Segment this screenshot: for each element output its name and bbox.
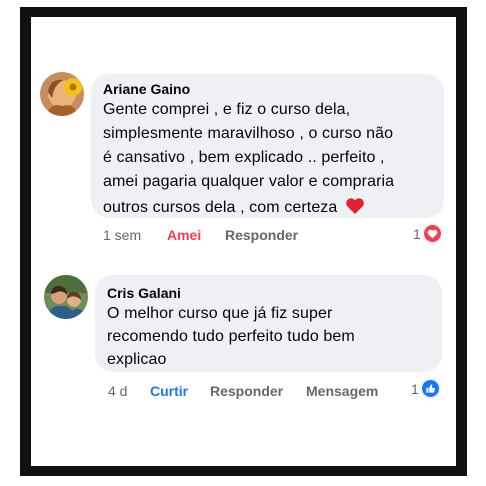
like-icon <box>420 379 440 398</box>
comment-text-line: amei pagaria qualquer valor e compraria <box>103 173 395 190</box>
avatar-photo <box>44 275 88 319</box>
comment-text-line: recomendo tudo perfeito tudo bem <box>107 328 355 345</box>
avatar[interactable] <box>40 72 84 116</box>
like-button[interactable]: Curtir <box>150 383 188 399</box>
comment-text-line: é cansativo , bem explicado .. perfeito … <box>103 149 385 166</box>
reaction-count: 1 <box>413 225 421 242</box>
comments-panel: Ariane Gaino Gente comprei , e fiz o cur… <box>31 17 456 466</box>
comment-text-line: outros cursos dela , com certeza <box>103 197 365 217</box>
comment-author[interactable]: Ariane Gaino <box>103 81 190 97</box>
comment-text-line: explicao <box>107 351 167 368</box>
heart-icon <box>422 224 442 243</box>
reply-button[interactable]: Responder <box>225 227 298 243</box>
comment-time[interactable]: 1 sem <box>103 227 141 243</box>
avatar[interactable] <box>44 275 88 319</box>
comment-text-line: Gente comprei , e fiz o curso dela, <box>103 101 351 118</box>
reaction-summary[interactable]: 1 <box>413 224 442 243</box>
reaction-count: 1 <box>411 380 419 397</box>
love-reaction-button[interactable]: Amei <box>167 227 201 243</box>
reaction-summary[interactable]: 1 <box>411 379 440 398</box>
comment-author[interactable]: Cris Galani <box>107 285 181 301</box>
comment-text-line: simplesmente maravilhoso , o curso não <box>103 125 394 142</box>
heart-emoji <box>346 198 364 214</box>
comment-text-line: O melhor curso que já fiz super <box>107 305 333 322</box>
comment-time[interactable]: 4 d <box>108 383 127 399</box>
message-button[interactable]: Mensagem <box>306 383 378 399</box>
reply-button[interactable]: Responder <box>210 383 283 399</box>
avatar-photo <box>40 72 84 116</box>
comment-text: outros cursos dela , com certeza <box>103 199 338 216</box>
